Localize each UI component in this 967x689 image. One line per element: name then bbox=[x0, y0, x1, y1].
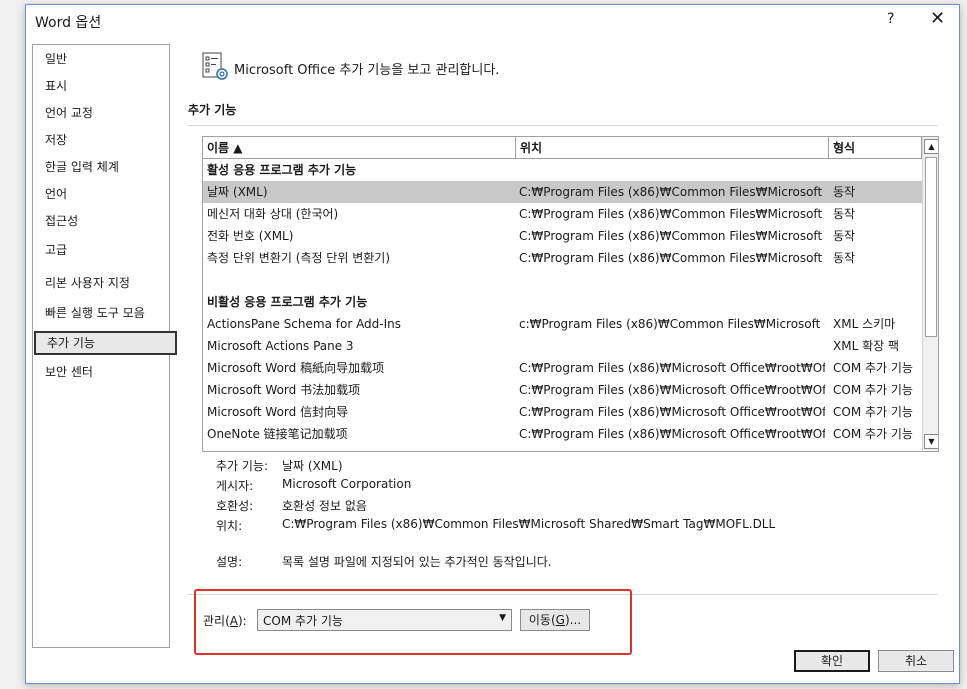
detail-addin-value: 날짜 (XML) bbox=[282, 459, 343, 473]
cell-location: C:₩Program Files (x86)₩Common Files₩Micr… bbox=[519, 185, 825, 199]
column-header-type[interactable]: 형식 bbox=[829, 137, 922, 159]
detail-compat-label: 호환성: bbox=[216, 499, 254, 513]
cell-name: ActionsPane Schema for Add-Ins bbox=[207, 317, 402, 331]
table-row[interactable]: Microsoft Word 信封向导 C:₩Program Files (x86… bbox=[203, 401, 922, 423]
table-row[interactable]: ActionsPane Schema for Add-Ins c:₩Program… bbox=[203, 313, 922, 335]
nav-item[interactable]: 보안 센터 bbox=[40, 361, 165, 383]
cancel-button[interactable]: 취소 bbox=[878, 650, 954, 672]
window-title: Word 옵션 bbox=[35, 15, 102, 31]
nav-item[interactable]: 추가 기능 bbox=[34, 331, 177, 355]
cell-location: C:₩Program Files (x86)₩Common Files₩Micr… bbox=[519, 251, 825, 265]
cell-name: 날짜 (XML) bbox=[207, 185, 268, 199]
cell-type: COM 추가 기능 bbox=[833, 405, 913, 419]
table-row[interactable]: OneNote 链接笔记加载项 C:₩Program Files (x86)₩Mi… bbox=[203, 423, 922, 445]
detail-description-label: 설명: bbox=[216, 555, 243, 569]
addins-manage-icon bbox=[202, 52, 228, 80]
cell-type: COM 추가 기능 bbox=[833, 361, 913, 375]
cell-name: 측정 단위 변환기 (측정 단위 변환기) bbox=[207, 251, 390, 265]
cell-location: C:₩Program Files (x86)₩Common Files₩Micr… bbox=[519, 207, 825, 221]
manage-label: 관리(A): bbox=[203, 614, 247, 628]
cell-type: XML 스키마 bbox=[833, 317, 896, 331]
cell-location: C:₩Program Files (x86)₩Microsoft Office₩… bbox=[519, 405, 825, 419]
cell-location: C:₩Program Files (x86)₩Microsoft Office₩… bbox=[519, 361, 825, 375]
list-group-header: 비활성 응용 프로그램 추가 기능 bbox=[203, 291, 922, 313]
table-row[interactable]: 메신저 대화 상대 (한국어) C:₩Program Files (x86)₩Co… bbox=[203, 203, 922, 225]
scroll-thumb[interactable] bbox=[925, 157, 937, 337]
detail-description-value: 목록 설명 파일에 지정되어 있는 추가적인 동작입니다. bbox=[282, 555, 552, 569]
nav-item[interactable]: 접근성 bbox=[40, 210, 165, 232]
cell-name: 비활성 응용 프로그램 추가 기능 bbox=[207, 295, 368, 309]
cell-name: Microsoft Word 信封向导 bbox=[207, 405, 349, 419]
cell-location: c:₩Program Files (x86)₩Common Files₩Micr… bbox=[519, 317, 825, 331]
detail-publisher-label: 게시자: bbox=[216, 479, 254, 493]
nav-item[interactable]: 언어 bbox=[40, 183, 165, 205]
scroll-down-arrow-icon[interactable]: ▼ bbox=[924, 434, 938, 449]
cell-name: Microsoft Actions Pane 3 bbox=[207, 339, 354, 353]
cell-type: COM 추가 기능 bbox=[833, 427, 913, 441]
close-button[interactable]: ✕ bbox=[930, 8, 945, 29]
nav-item[interactable]: 고급 bbox=[40, 239, 165, 261]
header-description: Microsoft Office 추가 기능을 보고 관리합니다. bbox=[234, 63, 500, 78]
section-title: 추가 기능 bbox=[188, 103, 237, 117]
cell-location: C:₩Program Files (x86)₩Microsoft Office₩… bbox=[519, 383, 825, 397]
nav-item[interactable]: 표시 bbox=[40, 75, 165, 97]
nav-item[interactable]: 리본 사용자 지정 bbox=[40, 272, 165, 294]
cell-name: Microsoft Word 稿紙向导加载项 bbox=[207, 361, 385, 375]
table-row[interactable]: 날짜 (XML) C:₩Program Files (x86)₩Common Fi… bbox=[203, 181, 922, 203]
table-row[interactable]: 측정 단위 변환기 (측정 단위 변환기) C:₩Program Files (x… bbox=[203, 247, 922, 269]
options-nav: 일반표시언어 교정저장한글 입력 체계언어접근성고급리본 사용자 지정빠른 실행… bbox=[32, 44, 177, 648]
detail-location-label: 위치: bbox=[216, 519, 243, 533]
cell-name: Microsoft Word 书法加载项 bbox=[207, 383, 361, 397]
column-header-location[interactable]: 위치 bbox=[516, 137, 829, 159]
manage-dropdown[interactable]: COM 추가 기능 ▼ bbox=[257, 609, 512, 631]
detail-location-value: C:₩Program Files (x86)₩Common Files₩Micr… bbox=[282, 517, 776, 531]
section-divider bbox=[188, 125, 938, 126]
cell-location: C:₩Program Files (x86)₩Microsoft Office₩… bbox=[519, 427, 825, 441]
table-row[interactable]: Microsoft Word 稿紙向导加载项 C:₩Program Files (… bbox=[203, 357, 922, 379]
go-button[interactable]: 이동(G)... bbox=[520, 609, 590, 631]
nav-item[interactable]: 한글 입력 체계 bbox=[40, 156, 165, 178]
addins-list[interactable]: 이름 ▲ 위치 형식 활성 응용 프로그램 추가 기능날짜 (XML) C:₩Pr… bbox=[202, 136, 939, 452]
nav-item[interactable]: 일반 bbox=[40, 48, 165, 70]
nav-item[interactable]: 저장 bbox=[40, 129, 165, 151]
help-button[interactable]: ? bbox=[887, 11, 894, 27]
table-row bbox=[203, 269, 922, 291]
cell-name: 메신저 대화 상대 (한국어) bbox=[207, 207, 339, 221]
word-options-dialog: Word 옵션 ? ✕ 일반표시언어 교정저장한글 입력 체계언어접근성고급리본… bbox=[25, 4, 960, 684]
cell-type: 동작 bbox=[833, 207, 856, 221]
nav-item[interactable]: 빠른 실행 도구 모음 bbox=[40, 302, 165, 324]
cell-type: 동작 bbox=[833, 251, 856, 265]
cell-name: OneNote 链接笔记加载项 bbox=[207, 427, 348, 441]
table-row[interactable]: 전화 번호 (XML) C:₩Program Files (x86)₩Common… bbox=[203, 225, 922, 247]
cell-type: 동작 bbox=[833, 185, 856, 199]
cell-type: COM 추가 기능 bbox=[833, 383, 913, 397]
cell-location: C:₩Program Files (x86)₩Common Files₩Micr… bbox=[519, 229, 825, 243]
nav-item[interactable]: 언어 교정 bbox=[40, 102, 165, 124]
cell-type: XML 확장 팩 bbox=[833, 339, 900, 353]
table-row[interactable]: Microsoft Actions Pane 3 XML 확장 팩 bbox=[203, 335, 922, 357]
manage-dropdown-value: COM 추가 기능 bbox=[263, 614, 343, 628]
cell-type: 동작 bbox=[833, 229, 856, 243]
detail-compat-value: 호환성 정보 없음 bbox=[282, 499, 367, 513]
list-scrollbar[interactable]: ▲ ▼ bbox=[922, 137, 938, 451]
detail-publisher-value: Microsoft Corporation bbox=[282, 477, 412, 491]
column-header-name[interactable]: 이름 ▲ bbox=[203, 137, 516, 159]
table-row[interactable]: Microsoft Word 书法加载项 C:₩Program Files (x8… bbox=[203, 379, 922, 401]
ok-button[interactable]: 확인 bbox=[794, 650, 870, 672]
chevron-down-icon: ▼ bbox=[499, 613, 506, 623]
cell-name: 전화 번호 (XML) bbox=[207, 229, 294, 243]
scroll-up-arrow-icon[interactable]: ▲ bbox=[924, 139, 938, 154]
detail-addin-label: 추가 기능: bbox=[216, 459, 269, 473]
title-bar: Word 옵션 ? ✕ bbox=[26, 5, 959, 37]
list-group-header: 활성 응용 프로그램 추가 기능 bbox=[203, 159, 922, 181]
cell-name: 활성 응용 프로그램 추가 기능 bbox=[207, 163, 357, 177]
